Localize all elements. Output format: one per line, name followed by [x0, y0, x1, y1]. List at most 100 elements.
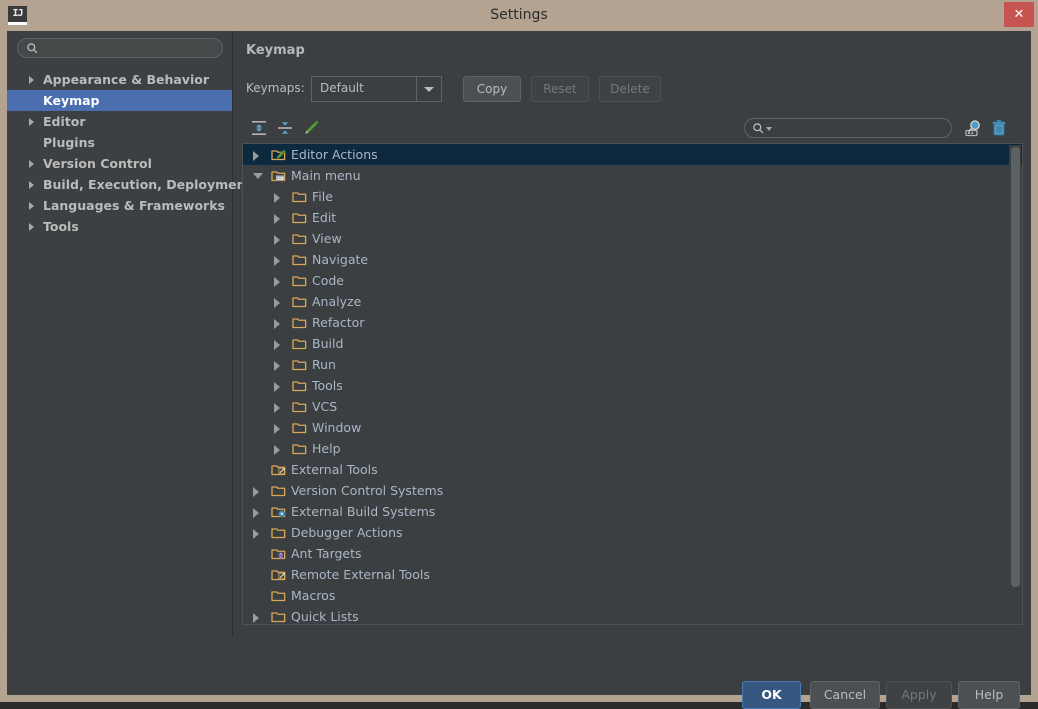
apply-button: Apply — [886, 681, 952, 709]
tree-row[interactable]: Tools — [243, 375, 1022, 396]
chevron-right-icon[interactable] — [29, 118, 34, 126]
chevron-right-icon[interactable] — [29, 223, 34, 231]
close-icon[interactable]: ✕ — [1004, 2, 1034, 27]
folder-icon — [292, 339, 307, 350]
shortcut-search-box[interactable] — [744, 118, 952, 138]
sidebar-item-build-execution-deployment[interactable]: Build, Execution, Deployment — [7, 174, 251, 195]
tree-row[interactable]: Window — [243, 417, 1022, 438]
sidebar-item-plugins[interactable]: Plugins — [7, 132, 232, 153]
folder-icon — [292, 297, 307, 308]
sidebar-item-version-control[interactable]: Version Control — [7, 153, 232, 174]
tree-row[interactable]: Analyze — [243, 291, 1022, 312]
reset-keymap-button: Reset — [531, 76, 589, 102]
help-button[interactable]: Help — [958, 681, 1020, 709]
chevron-right-icon[interactable] — [274, 298, 280, 308]
chevron-right-icon[interactable] — [29, 76, 34, 84]
tree-row[interactable]: External Tools — [243, 459, 1022, 480]
tree-row-label: Analyze — [312, 294, 362, 309]
tree-row[interactable]: Build — [243, 333, 1022, 354]
keymap-action-tree[interactable]: Editor Actions Main menu File Edit View Navig… — [242, 143, 1023, 625]
tree-row[interactable]: Remote External Tools — [243, 564, 1022, 585]
tree-row-label: Editor Actions — [291, 147, 378, 162]
sidebar-item-appearance-behavior[interactable]: Appearance & Behavior — [7, 69, 232, 90]
tree-row-label: Code — [312, 273, 345, 288]
dialog-footer: OK Cancel Apply Help — [7, 636, 1031, 709]
keymap-select[interactable]: Default — [311, 76, 442, 102]
folder-icon — [292, 444, 307, 455]
sidebar-search-box[interactable] — [17, 38, 223, 58]
tree-row[interactable]: External Build Systems — [243, 501, 1022, 522]
tree-row[interactable]: Ant Targets — [243, 543, 1022, 564]
chevron-down-icon[interactable] — [416, 77, 441, 101]
tree-row[interactable]: Help — [243, 438, 1022, 459]
edit-pencil-icon[interactable] — [300, 117, 322, 139]
chevron-right-icon[interactable] — [29, 202, 34, 210]
tree-row[interactable]: Version Control Systems — [243, 480, 1022, 501]
tree-row[interactable]: Quick Lists — [243, 606, 1022, 624]
sidebar-item-tools[interactable]: Tools — [7, 216, 232, 237]
tree-row[interactable]: Editor Actions — [243, 144, 1022, 165]
chevron-right-icon[interactable] — [253, 508, 259, 518]
collapse-all-icon[interactable] — [274, 117, 296, 139]
search-icon — [753, 123, 764, 134]
folder-icon — [271, 591, 286, 602]
sidebar-item-label: Plugins — [43, 135, 95, 150]
tree-row[interactable]: Edit — [243, 207, 1022, 228]
tree-row[interactable]: Navigate — [243, 249, 1022, 270]
tree-row[interactable]: Run — [243, 354, 1022, 375]
chevron-right-icon[interactable] — [274, 214, 280, 224]
tree-row[interactable]: Code — [243, 270, 1022, 291]
tree-row-label: Quick Lists — [291, 609, 359, 624]
keymap-tree-rows: Editor Actions Main menu File Edit View Navig… — [243, 144, 1022, 624]
chevron-right-icon[interactable] — [274, 361, 280, 371]
tree-row-label: External Build Systems — [291, 504, 436, 519]
chevron-right-icon[interactable] — [253, 529, 259, 539]
tree-scrollbar[interactable] — [1009, 145, 1021, 624]
sidebar-item-label: Keymap — [43, 93, 100, 108]
sidebar-item-keymap[interactable]: Keymap — [7, 90, 232, 111]
find-by-shortcut-icon[interactable] — [962, 117, 984, 139]
chevron-right-icon[interactable] — [274, 193, 280, 203]
chevron-right-icon[interactable] — [274, 256, 280, 266]
tree-row-label: Refactor — [312, 315, 365, 330]
chevron-right-icon[interactable] — [274, 340, 280, 350]
tree-row[interactable]: VCS — [243, 396, 1022, 417]
chevron-right-icon[interactable] — [274, 403, 280, 413]
tree-row[interactable]: View — [243, 228, 1022, 249]
expand-all-icon[interactable] — [248, 117, 270, 139]
chevron-right-icon[interactable] — [274, 319, 280, 329]
chevron-right-icon[interactable] — [274, 277, 280, 287]
tree-scrollbar-thumb[interactable] — [1011, 147, 1020, 587]
chevron-right-icon[interactable] — [274, 382, 280, 392]
tree-row[interactable]: Main menu — [243, 165, 1022, 186]
tree-row-label: Build — [312, 336, 344, 351]
chevron-right-icon[interactable] — [274, 424, 280, 434]
copy-keymap-button[interactable]: Copy — [463, 76, 521, 102]
chevron-right-icon[interactable] — [29, 181, 34, 189]
tree-row[interactable]: File — [243, 186, 1022, 207]
sidebar-search-input[interactable] — [44, 40, 218, 58]
folder-icon — [292, 213, 307, 224]
tree-row[interactable]: Macros — [243, 585, 1022, 606]
sidebar-item-label: Editor — [43, 114, 86, 129]
chevron-right-icon[interactable] — [253, 487, 259, 497]
sidebar-item-languages-frameworks[interactable]: Languages & Frameworks — [7, 195, 232, 216]
chevron-right-icon[interactable] — [29, 160, 34, 168]
folder-icon — [292, 318, 307, 329]
folder-menu-icon — [271, 171, 286, 182]
chevron-right-icon[interactable] — [274, 445, 280, 455]
chevron-right-icon[interactable] — [274, 235, 280, 245]
tree-row[interactable]: Debugger Actions — [243, 522, 1022, 543]
tree-row-label: Debugger Actions — [291, 525, 403, 540]
ok-button[interactable]: OK — [742, 681, 801, 709]
tree-row[interactable]: Refactor — [243, 312, 1022, 333]
chevron-right-icon[interactable] — [253, 151, 259, 161]
cancel-button[interactable]: Cancel — [810, 681, 880, 709]
folder-icon — [271, 486, 286, 497]
trash-icon[interactable] — [988, 117, 1010, 139]
shortcut-search-input[interactable] — [777, 120, 946, 138]
sidebar-item-editor[interactable]: Editor — [7, 111, 232, 132]
chevron-down-icon[interactable] — [253, 173, 263, 184]
chevron-down-icon[interactable] — [766, 127, 772, 131]
chevron-right-icon[interactable] — [253, 613, 259, 623]
